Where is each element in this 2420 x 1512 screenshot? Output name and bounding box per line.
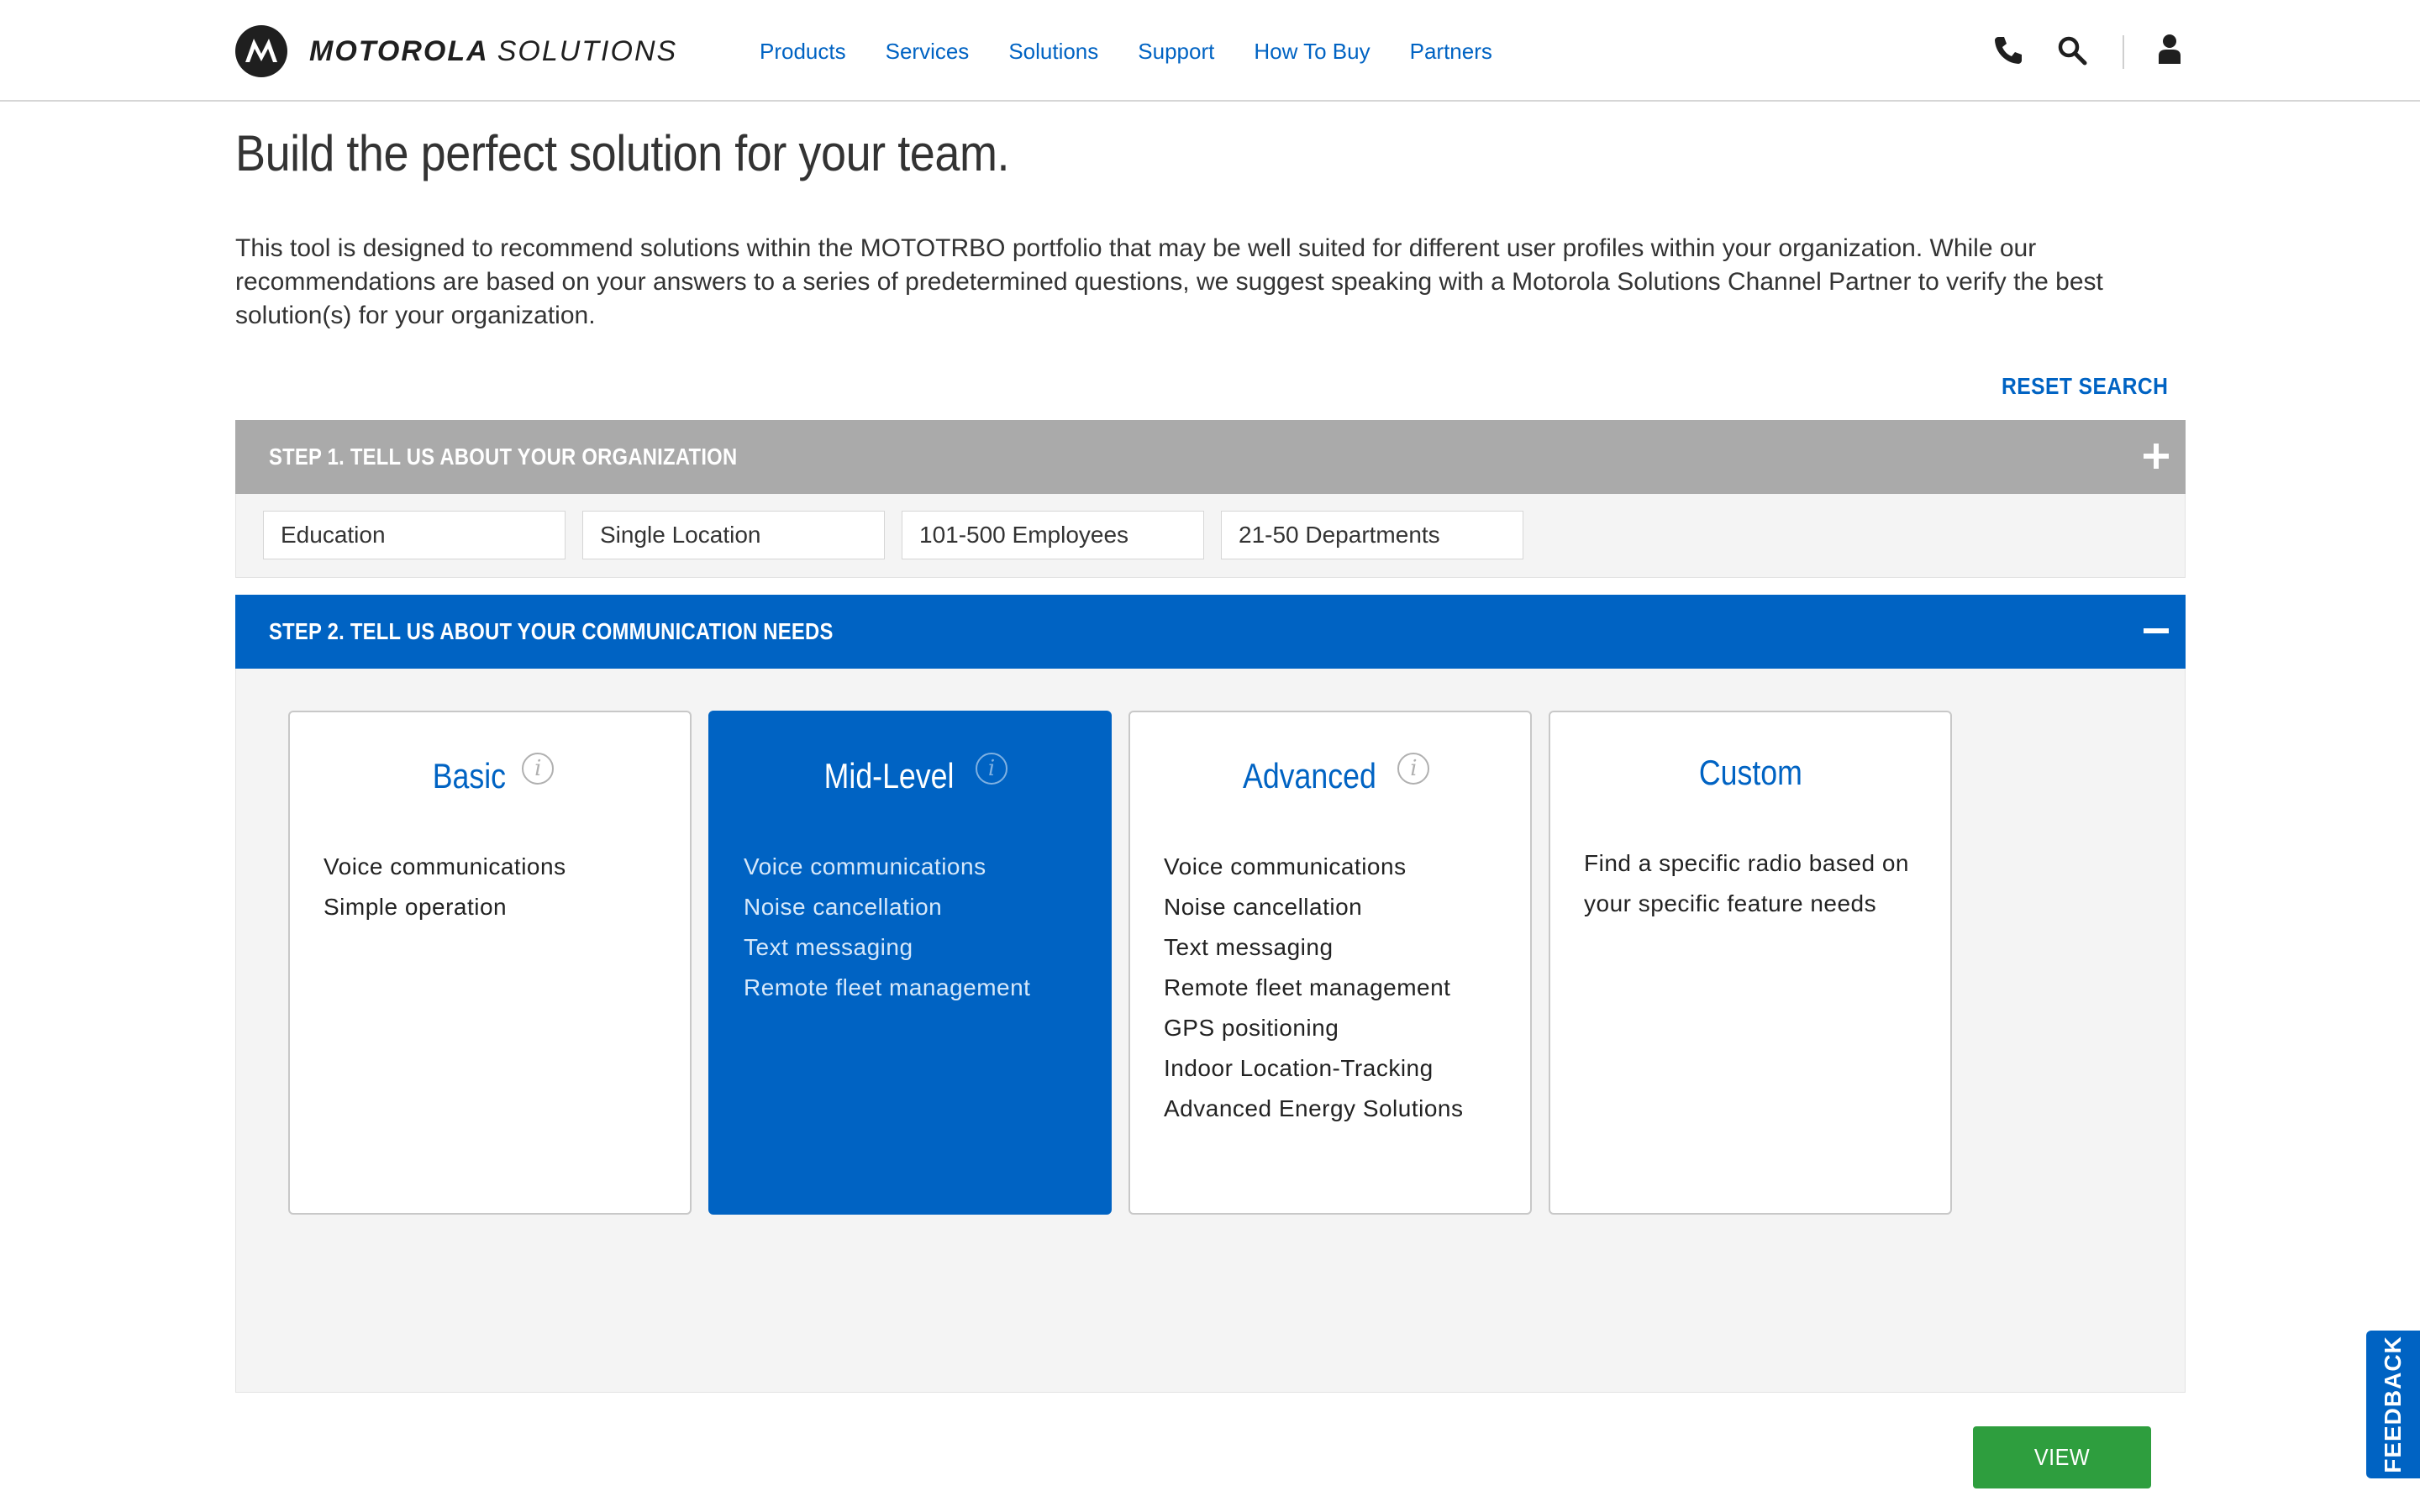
selection-departments[interactable]: 21-50 Departments xyxy=(1221,511,1523,559)
motorola-logo[interactable]: MOTOROLA SOLUTIONS xyxy=(235,25,677,77)
nav-products[interactable]: Products xyxy=(760,39,846,65)
step2-panel: Basic i Voice communications Simple opera… xyxy=(235,669,2186,1393)
nav-solutions[interactable]: Solutions xyxy=(1008,39,1098,65)
nav-partners[interactable]: Partners xyxy=(1410,39,1492,65)
motorola-batwing-icon xyxy=(235,25,287,77)
option-card-basic[interactable]: Basic i Voice communications Simple opera… xyxy=(288,711,692,1215)
card-title-text: Mid-Level xyxy=(823,756,955,795)
intro-text: This tool is designed to recommend solut… xyxy=(235,234,2103,329)
logo-text-bold: MOTOROLA xyxy=(309,34,489,67)
feature-item: Voice communications xyxy=(744,853,986,879)
nav-services[interactable]: Services xyxy=(886,39,970,65)
nav-how-to-buy[interactable]: How To Buy xyxy=(1254,39,1370,65)
card-title-text: Custom xyxy=(1698,753,1802,792)
user-icon[interactable] xyxy=(2153,32,2186,69)
feature-item: Remote fleet management xyxy=(1164,974,1451,1000)
feature-item: Noise cancellation xyxy=(744,894,943,920)
option-card-advanced[interactable]: Advanced i Voice communications Noise can… xyxy=(1128,711,1532,1215)
feature-item: Voice communications xyxy=(1164,853,1407,879)
page-title: Build the perfect solution for your team… xyxy=(235,125,1010,181)
view-results-button[interactable]: VIEW RESULTS xyxy=(1973,1426,2151,1512)
feature-item: Text messaging xyxy=(1164,934,1334,960)
card-description: Find a specific radio based on your spec… xyxy=(1584,850,1909,916)
feature-list: Voice communications Noise cancellation … xyxy=(744,847,1030,1008)
step1-title: STEP 1. TELL US ABOUT YOUR ORGANIZATION xyxy=(269,444,738,470)
reset-search-link[interactable]: RESET SEARCH xyxy=(2002,373,2168,400)
info-icon[interactable]: i xyxy=(1397,753,1430,785)
card-title: Custom xyxy=(1550,753,1950,793)
info-icon[interactable]: i xyxy=(522,753,555,785)
feature-item: Advanced Energy Solutions xyxy=(1164,1095,1464,1121)
option-card-custom[interactable]: Custom Find a specific radio based on yo… xyxy=(1549,711,1952,1215)
step2-title: STEP 2. TELL US ABOUT YOUR COMMUNICATION… xyxy=(269,618,834,644)
step2-header[interactable]: STEP 2. TELL US ABOUT YOUR COMMUNICATION… xyxy=(235,595,2186,669)
expand-plus-icon[interactable] xyxy=(2144,444,2169,469)
info-icon[interactable]: i xyxy=(976,753,1008,785)
card-title: Advanced i xyxy=(1130,753,1530,796)
feature-item: Noise cancellation xyxy=(1164,894,1363,920)
card-title-text: Advanced xyxy=(1242,756,1376,795)
step1-header[interactable]: STEP 1. TELL US ABOUT YOUR ORGANIZATION xyxy=(235,420,2186,494)
feedback-tab[interactable]: FEEDBACK xyxy=(2366,1331,2420,1478)
nav-support[interactable]: Support xyxy=(1138,39,1214,65)
site-header: MOTOROLA SOLUTIONS Products Services Sol… xyxy=(0,0,2420,102)
option-card-mid-level[interactable]: Mid-Level i Voice communications Noise ca… xyxy=(708,711,1112,1215)
phone-icon[interactable] xyxy=(1991,34,2025,71)
card-title: Basic i xyxy=(290,753,690,796)
feature-item: Simple operation xyxy=(324,894,508,920)
selection-employees[interactable]: 101-500 Employees xyxy=(902,511,1204,559)
feature-item: Remote fleet management xyxy=(744,974,1031,1000)
selection-industry[interactable]: Education xyxy=(263,511,566,559)
feature-list: Voice communications Simple operation xyxy=(324,847,566,927)
feature-item: Voice communications xyxy=(324,853,566,879)
collapse-minus-icon[interactable] xyxy=(2144,618,2169,643)
selection-locations[interactable]: Single Location xyxy=(582,511,885,559)
feature-list: Voice communications Noise cancellation … xyxy=(1164,847,1464,1129)
feature-item: Indoor Location-Tracking xyxy=(1164,1055,1434,1081)
logo-text-light: SOLUTIONS xyxy=(497,34,678,67)
main-nav: Products Services Solutions Support How … xyxy=(760,39,1532,65)
search-icon[interactable] xyxy=(2055,34,2089,71)
step1-summary: Education Single Location 101-500 Employ… xyxy=(235,494,2186,578)
card-title: Mid-Level i xyxy=(710,753,1110,796)
feedback-label: FEEDBACK xyxy=(2380,1336,2406,1473)
header-icon-divider xyxy=(2123,35,2124,69)
card-title-text: Basic xyxy=(432,756,506,795)
feature-item: GPS positioning xyxy=(1164,1015,1339,1041)
view-results-label: VIEW RESULTS xyxy=(2012,1444,2111,1512)
logo-wordmark: MOTOROLA SOLUTIONS xyxy=(309,35,677,68)
feature-item: Text messaging xyxy=(744,934,913,960)
